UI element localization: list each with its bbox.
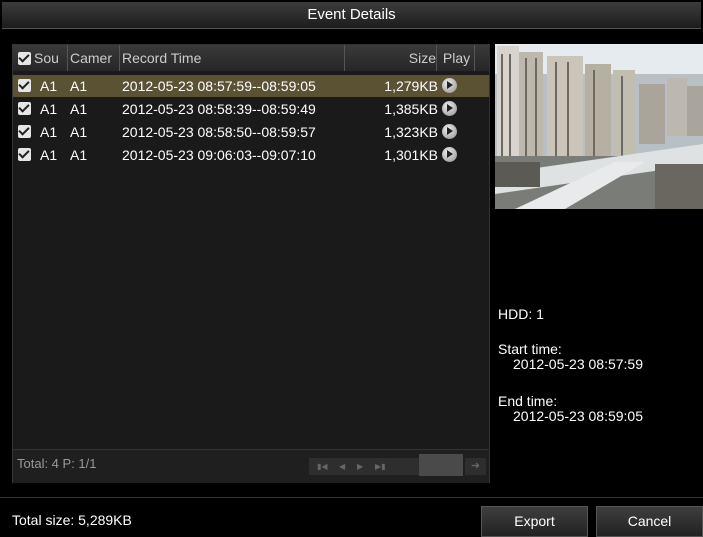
camera-cell: A1	[70, 101, 88, 117]
column-header-record-time[interactable]: Record Time	[122, 45, 345, 71]
source-cell: A1	[40, 147, 58, 163]
cancel-button[interactable]: Cancel	[596, 506, 703, 537]
event-list-panel: Sou Camer Record Time Size Play A1 A1 2012…	[12, 44, 490, 483]
hdd-label: HDD: 1	[498, 306, 544, 322]
row-checkbox[interactable]	[18, 148, 31, 161]
column-header-play[interactable]: Play	[439, 45, 475, 71]
table-row[interactable]: A1 A1 2012-05-23 08:58:39--08:59:49 1,385KB	[13, 98, 489, 120]
pager-controls: ▮◀ ◀ ▶ ▶▮	[309, 458, 419, 475]
prev-page-icon[interactable]: ◀	[339, 462, 345, 471]
first-page-icon[interactable]: ▮◀	[317, 462, 328, 471]
export-button[interactable]: Export	[481, 506, 588, 537]
size-cell: 1,385KB	[384, 101, 438, 117]
record-time-cell: 2012-05-23 09:06:03--09:07:10	[122, 147, 316, 163]
video-preview	[495, 44, 703, 209]
source-cell: A1	[40, 78, 58, 94]
size-cell: 1,279KB	[384, 78, 438, 94]
column-header-source[interactable]: Sou	[34, 45, 68, 71]
record-time-cell: 2012-05-23 08:57:59--08:59:05	[122, 78, 316, 94]
play-icon[interactable]	[442, 124, 457, 139]
select-all-checkbox[interactable]	[18, 52, 31, 65]
camera-cell: A1	[70, 78, 88, 94]
preview-snapshot	[495, 44, 703, 209]
next-page-icon[interactable]: ▶	[357, 462, 363, 471]
total-size-label: Total size: 5,289KB	[12, 512, 132, 528]
total-page-label: Total: 4 P: 1/1	[17, 456, 97, 471]
record-time-cell: 2012-05-23 08:58:50--08:59:57	[122, 124, 316, 140]
row-checkbox[interactable]	[18, 125, 31, 138]
play-icon[interactable]	[442, 147, 457, 162]
column-header-camera[interactable]: Camer	[70, 45, 120, 71]
record-time-cell: 2012-05-23 08:58:39--08:59:49	[122, 101, 316, 117]
play-icon[interactable]	[442, 78, 457, 93]
table-row[interactable]: A1 A1 2012-05-23 08:58:50--08:59:57 1,323KB	[13, 121, 489, 143]
start-time-value: 2012-05-23 08:57:59	[513, 356, 643, 372]
play-icon[interactable]	[442, 101, 457, 116]
source-cell: A1	[40, 124, 58, 140]
start-time-label: Start time:	[498, 341, 562, 357]
table-header: Sou Camer Record Time Size Play	[13, 45, 489, 71]
table-row[interactable]: A1 A1 2012-05-23 09:06:03--09:07:10 1,301KB	[13, 144, 489, 166]
last-page-icon[interactable]: ▶▮	[375, 462, 386, 471]
row-checkbox[interactable]	[18, 79, 31, 92]
table-row[interactable]: A1 A1 2012-05-23 08:57:59--08:59:05 1,279KB	[13, 75, 489, 97]
window-title: Event Details	[2, 2, 701, 29]
source-cell: A1	[40, 101, 58, 117]
size-cell: 1,301KB	[384, 147, 438, 163]
size-cell: 1,323KB	[384, 124, 438, 140]
row-checkbox[interactable]	[18, 102, 31, 115]
end-time-value: 2012-05-23 08:59:05	[513, 408, 643, 424]
event-details-window: Event Details Sou Camer Record Time Size…	[0, 0, 703, 537]
camera-cell: A1	[70, 124, 88, 140]
list-footer: Total: 4 P: 1/1 ▮◀ ◀ ▶ ▶▮ ➜	[13, 449, 489, 483]
end-time-label: End time:	[498, 393, 558, 409]
camera-cell: A1	[70, 147, 88, 163]
column-header-size[interactable]: Size	[347, 45, 437, 71]
page-number-input[interactable]	[419, 454, 463, 476]
go-page-button[interactable]: ➜	[465, 458, 486, 475]
